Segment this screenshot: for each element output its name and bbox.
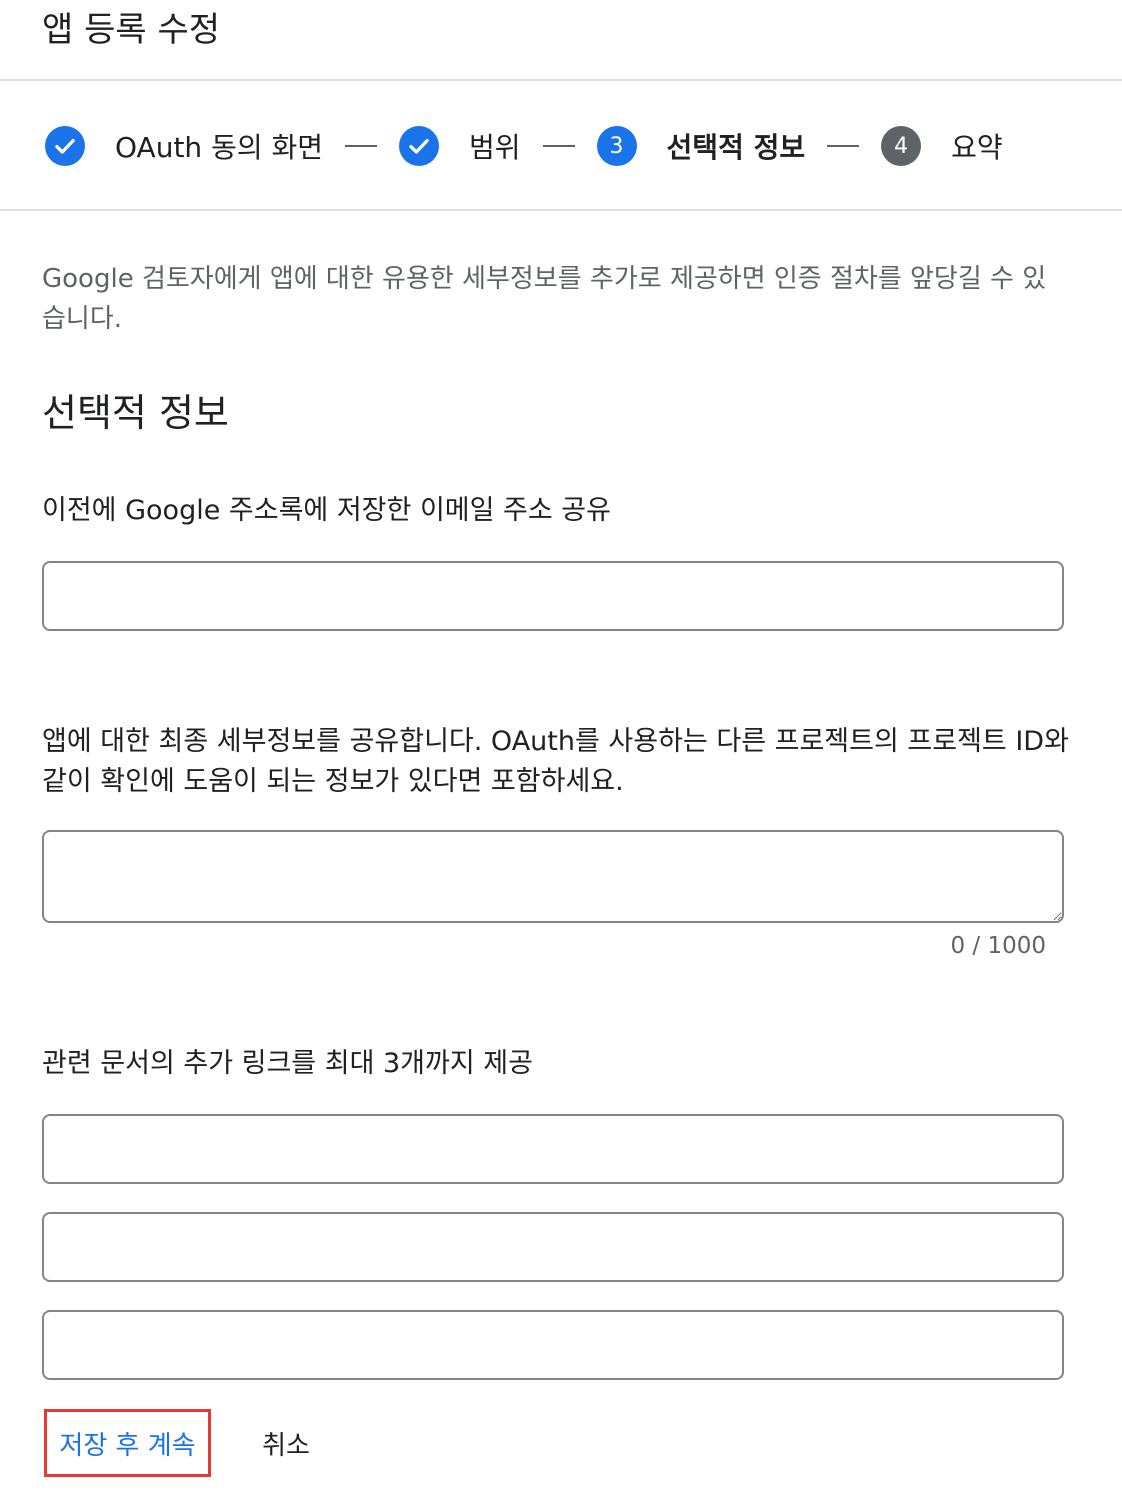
- save-and-continue-button[interactable]: 저장 후 계속: [44, 1409, 211, 1477]
- step-label: 범위: [469, 131, 521, 164]
- step-label: 선택적 정보: [666, 131, 806, 164]
- step-separator: [542, 145, 575, 147]
- step-label: 요약: [951, 131, 1003, 164]
- character-counter: 0 / 1000: [950, 933, 1046, 959]
- stepper-divider: [0, 209, 1122, 211]
- details-textarea[interactable]: [42, 830, 1064, 923]
- step-oauth-consent[interactable]: OAuth 동의 화면: [45, 126, 323, 166]
- cancel-button[interactable]: 취소: [246, 1409, 326, 1477]
- edit-app-registration-page: 앱 등록 수정 OAuth 동의 화면 범위 3 선택적 정보 4 요약 Goo…: [0, 0, 1122, 1496]
- stepper: OAuth 동의 화면 범위 3 선택적 정보 4 요약: [45, 124, 1003, 168]
- check-icon: [399, 126, 440, 166]
- link-input-2[interactable]: [42, 1212, 1064, 1282]
- step-number-badge: 4: [881, 126, 922, 166]
- step-number-badge: 3: [596, 126, 637, 166]
- step-label: OAuth 동의 화면: [115, 131, 324, 164]
- step-scopes[interactable]: 범위: [399, 126, 521, 166]
- details-label: 앱에 대한 최종 세부정보를 공유합니다. OAuth를 사용하는 다른 프로젝…: [42, 726, 1069, 797]
- link-input-3[interactable]: [42, 1310, 1064, 1380]
- intro-text: Google 검토자에게 앱에 대한 유용한 세부정보를 추가로 제공하면 인증…: [42, 264, 1047, 334]
- email-share-input[interactable]: [42, 561, 1064, 631]
- check-icon: [45, 126, 85, 166]
- email-share-label: 이전에 Google 주소록에 저장한 이메일 주소 공유: [42, 495, 611, 526]
- step-summary[interactable]: 4 요약: [881, 126, 1003, 166]
- step-optional-info[interactable]: 3 선택적 정보: [596, 126, 806, 166]
- links-label: 관련 문서의 추가 링크를 최대 3개까지 제공: [42, 1048, 533, 1079]
- step-separator: [345, 145, 378, 147]
- link-input-1[interactable]: [42, 1114, 1064, 1184]
- step-separator: [827, 145, 860, 147]
- section-title: 선택적 정보: [42, 391, 229, 435]
- header-divider: [0, 79, 1122, 81]
- page-title: 앱 등록 수정: [42, 10, 221, 50]
